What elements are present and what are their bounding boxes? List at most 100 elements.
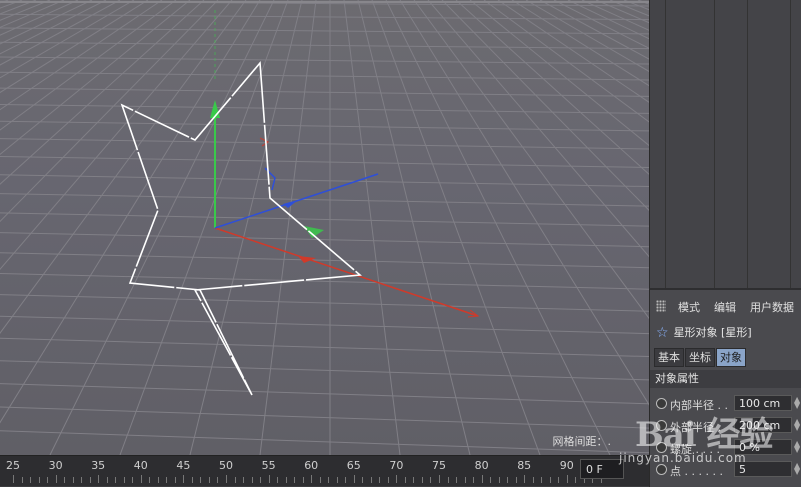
timeline-tick-mark	[55, 475, 57, 483]
prop-outer-radius: 外部半径 . 200 cm ▲ ▼	[654, 416, 801, 436]
timeline-tick-mark	[226, 475, 227, 483]
animate-radio-icon[interactable]	[656, 464, 667, 475]
timeline-tick-mark	[319, 477, 321, 483]
timeline-tick-mark	[404, 477, 406, 483]
animate-radio-icon[interactable]	[656, 420, 667, 431]
timeline-tick-mark	[64, 477, 66, 483]
tab-object[interactable]: 对象	[716, 348, 746, 367]
3d-viewport[interactable]: 网格间距：.	[0, 0, 649, 455]
rotation-gizmo-z-icon[interactable]	[264, 167, 276, 191]
prop-points: 点 . . . . . . 5 ▲ ▼	[654, 460, 801, 480]
timeline-tick-mark	[421, 477, 423, 483]
grid-spacing-label: 网格间距：.	[552, 435, 612, 448]
floor-grid	[0, 0, 649, 455]
timeline-tick-mark	[524, 475, 526, 483]
timeline-tick-mark	[328, 477, 330, 483]
timeline-tick-mark	[336, 477, 338, 483]
viewport-scene	[0, 0, 649, 455]
timeline-tick-mark	[200, 477, 202, 483]
twist-field[interactable]: 0 %	[734, 439, 792, 455]
timeline-tick-mark	[575, 477, 577, 483]
timeline-tick-mark	[311, 475, 313, 483]
object-manager-panel[interactable]	[649, 0, 801, 288]
x-axis-line	[214, 227, 479, 317]
timeline-tick-label: 70	[389, 459, 404, 472]
attribute-manager: 模式 编辑 用户数据 ☆ 星形对象 [星形] 基本 坐标 对象 对象属性 内部半径 .…	[649, 288, 801, 487]
timeline-tick-mark	[157, 477, 159, 483]
object-title-text: 星形对象 [星形]	[673, 326, 752, 339]
menu-edit[interactable]: 编辑	[714, 299, 736, 315]
timeline-tick-mark	[473, 477, 475, 483]
timeline-tick-mark	[234, 477, 236, 483]
points-field[interactable]: 5	[734, 461, 792, 477]
timeline-tick-label: 65	[346, 459, 361, 472]
stepper-icon[interactable]: ▲ ▼	[794, 418, 800, 432]
column-divider	[665, 0, 666, 288]
timeline-tick-mark	[106, 477, 108, 483]
timeline-tick-mark	[208, 477, 210, 483]
timeline-tick-mark	[515, 477, 517, 483]
timeline-tick-mark	[370, 477, 372, 483]
timeline-tick-label: 40	[133, 459, 148, 472]
timeline-tick-mark	[38, 477, 40, 483]
timeline-tick-mark	[140, 475, 142, 483]
timeline-tick-label: 55	[261, 459, 276, 472]
section-object-properties: 对象属性	[650, 370, 801, 388]
timeline-tick-mark	[481, 475, 483, 483]
object-title: ☆ 星形对象 [星形]	[656, 324, 752, 341]
prop-label: 内部半径 . .	[670, 399, 728, 412]
timeline-tick-mark	[98, 475, 100, 483]
timeline-tick-mark	[191, 477, 193, 483]
timeline-tick-mark	[183, 475, 185, 483]
star-object-icon: ☆	[656, 325, 669, 341]
stepper-icon[interactable]: ▲ ▼	[794, 462, 800, 476]
attribute-menu-bar: 模式 编辑 用户数据	[656, 298, 801, 316]
timeline-tick-mark	[541, 477, 543, 483]
outer-radius-field[interactable]: 200 cm	[734, 417, 792, 433]
timeline-tick-mark	[430, 477, 432, 483]
menu-user-data[interactable]: 用户数据	[750, 299, 794, 315]
menu-mode[interactable]: 模式	[678, 299, 700, 315]
timeline-tick-mark	[549, 477, 551, 483]
timeline-tick-mark	[217, 477, 219, 483]
column-divider	[714, 0, 715, 288]
column-divider	[747, 0, 748, 288]
stepper-icon[interactable]: ▲ ▼	[794, 440, 800, 454]
attribute-tabs: 基本 坐标 对象	[654, 346, 747, 367]
timeline-tick-mark	[285, 477, 287, 483]
current-frame-field[interactable]: 0 F	[580, 459, 624, 479]
stepper-icon[interactable]: ▲ ▼	[794, 396, 800, 410]
timeline-tick-mark	[302, 477, 304, 483]
timeline-tick-mark	[490, 477, 492, 483]
timeline-tick-label: 25	[6, 459, 20, 472]
timeline-tick-mark	[30, 477, 32, 483]
timeline-tick-mark	[123, 477, 125, 483]
timeline-tick-mark	[251, 477, 253, 483]
timeline-tick-mark	[345, 477, 347, 483]
tab-basic[interactable]: 基本	[654, 348, 684, 367]
prop-twist: 螺旋 . . . . 0 % ▲ ▼	[654, 438, 801, 458]
timeline-tick-mark	[174, 477, 176, 483]
timeline-tick-mark	[447, 477, 449, 483]
animate-radio-icon[interactable]	[656, 442, 667, 453]
timeline-tick-mark	[507, 477, 509, 483]
timeline-tick-mark	[72, 477, 74, 483]
timeline-tick-mark	[532, 477, 534, 483]
drag-handle-icon[interactable]	[656, 300, 666, 312]
timeline-tick-mark	[115, 477, 117, 483]
timeline-tick-mark	[268, 475, 270, 483]
prop-label: 外部半径 .	[670, 421, 721, 434]
timeline-tick-mark	[47, 477, 49, 483]
timeline-tick-label: 50	[219, 459, 233, 472]
timeline-tick-mark	[81, 477, 83, 483]
timeline-tick-mark	[464, 477, 466, 483]
timeline-tick-label: 30	[48, 459, 63, 472]
timeline-tick-mark	[260, 477, 262, 483]
timeline-tick-mark	[396, 475, 398, 483]
animate-radio-icon[interactable]	[656, 398, 667, 409]
inner-radius-field[interactable]: 100 cm	[734, 395, 792, 411]
timeline-tick-mark	[439, 475, 440, 483]
tab-coordinates[interactable]: 坐标	[685, 348, 715, 367]
timeline-tick-label: 60	[304, 459, 319, 472]
timeline-ruler[interactable]: 25 30 35 40 45 50 55 60 65 70 75 80 85 90 0 F	[0, 455, 649, 486]
